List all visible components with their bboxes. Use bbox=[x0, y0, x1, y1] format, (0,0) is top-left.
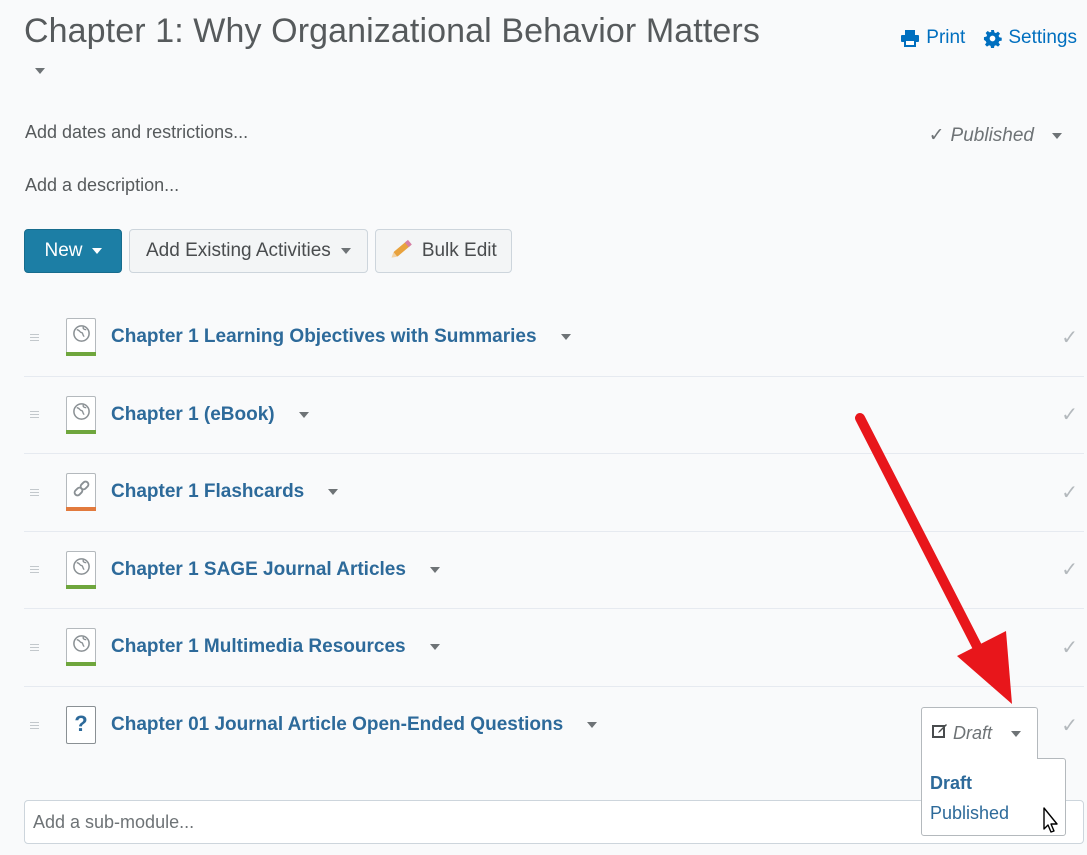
settings-label: Settings bbox=[1008, 27, 1077, 48]
activity-list: Chapter 1 Learning Objectives with Summa… bbox=[24, 299, 1084, 764]
drag-handle-icon[interactable] bbox=[30, 643, 40, 651]
checkmark-icon: ✓ bbox=[1061, 559, 1078, 582]
chevron-down-icon bbox=[340, 248, 351, 254]
draft-status-label: Draft bbox=[953, 723, 993, 743]
question-icon: ? bbox=[66, 706, 96, 745]
add-description-link[interactable]: Add a description... bbox=[25, 175, 179, 196]
toolbar: New Add Existing Activities Bulk Edit bbox=[24, 229, 512, 273]
publish-status-label: Published bbox=[950, 124, 1034, 146]
header-actions: Print Settings bbox=[900, 27, 1077, 49]
activity-title[interactable]: Chapter 01 Journal Article Open-Ended Qu… bbox=[111, 714, 563, 736]
activity-row: Chapter 1 SAGE Journal Articles ✓ bbox=[24, 532, 1084, 609]
web-page-icon bbox=[66, 550, 96, 589]
chevron-down-icon bbox=[1052, 132, 1062, 139]
chevron-down-icon[interactable] bbox=[429, 566, 440, 573]
bulk-edit-button[interactable]: Bulk Edit bbox=[374, 229, 512, 273]
printer-icon bbox=[900, 29, 920, 47]
activity-row: Chapter 1 Multimedia Resources ✓ bbox=[24, 609, 1084, 687]
add-existing-label: Add Existing Activities bbox=[146, 240, 331, 261]
checkmark-icon: ✓ bbox=[1061, 636, 1078, 659]
checkmark-icon: ✓ bbox=[1061, 481, 1078, 504]
checkmark-icon: ✓ bbox=[1061, 404, 1078, 427]
link-icon bbox=[66, 473, 96, 512]
menu-item-draft[interactable]: Draft bbox=[930, 768, 1065, 798]
edit-icon bbox=[932, 723, 948, 744]
mouse-cursor-icon bbox=[1043, 807, 1058, 833]
gear-icon bbox=[983, 29, 1003, 48]
print-button[interactable]: Print bbox=[900, 27, 965, 49]
publish-status-dropdown[interactable]: ✓ Published bbox=[929, 124, 1062, 147]
chevron-down-icon bbox=[91, 248, 102, 254]
activity-row: Chapter 1 Flashcards ✓ bbox=[24, 454, 1084, 532]
activity-title[interactable]: Chapter 1 SAGE Journal Articles bbox=[111, 559, 406, 581]
pencil-icon bbox=[390, 237, 416, 265]
activity-title[interactable]: Chapter 1 Multimedia Resources bbox=[111, 636, 406, 658]
web-page-icon bbox=[66, 395, 96, 434]
chevron-down-icon bbox=[1011, 730, 1022, 737]
new-button[interactable]: New bbox=[24, 229, 122, 273]
activity-row: Chapter 1 (eBook) ✓ bbox=[24, 377, 1084, 454]
drag-handle-icon[interactable] bbox=[30, 721, 40, 729]
chevron-down-icon[interactable] bbox=[587, 722, 598, 729]
drag-handle-icon[interactable] bbox=[30, 333, 40, 341]
print-label: Print bbox=[926, 27, 966, 48]
checkmark-icon: ✓ bbox=[1061, 714, 1078, 737]
activity-title[interactable]: Chapter 1 (eBook) bbox=[111, 404, 275, 426]
web-page-icon bbox=[66, 318, 96, 357]
settings-button[interactable]: Settings bbox=[983, 27, 1077, 49]
add-dates-link[interactable]: Add dates and restrictions... bbox=[25, 122, 248, 143]
page-title: Chapter 1: Why Organizational Behavior M… bbox=[24, 12, 760, 50]
new-label: New bbox=[44, 240, 83, 261]
chevron-down-icon[interactable] bbox=[429, 644, 440, 651]
chevron-down-icon[interactable] bbox=[298, 411, 309, 418]
bulk-edit-label: Bulk Edit bbox=[421, 240, 497, 261]
activity-row: Chapter 1 Learning Objectives with Summa… bbox=[24, 299, 1084, 377]
drag-handle-icon[interactable] bbox=[30, 566, 40, 574]
activity-title[interactable]: Chapter 1 Flashcards bbox=[111, 481, 304, 503]
chevron-down-icon[interactable] bbox=[560, 334, 571, 341]
activity-title[interactable]: Chapter 1 Learning Objectives with Summa… bbox=[111, 326, 537, 348]
checkmark-icon: ✓ bbox=[1061, 326, 1078, 349]
web-page-icon bbox=[66, 628, 96, 667]
drag-handle-icon[interactable] bbox=[30, 488, 40, 496]
title-menu-caret-icon[interactable] bbox=[35, 68, 45, 74]
draft-status-dropdown[interactable]: Draft bbox=[921, 707, 1038, 759]
add-existing-activities-button[interactable]: Add Existing Activities bbox=[129, 229, 368, 273]
drag-handle-icon[interactable] bbox=[30, 411, 40, 419]
checkmark-icon: ✓ bbox=[928, 125, 945, 146]
chevron-down-icon[interactable] bbox=[328, 489, 339, 496]
